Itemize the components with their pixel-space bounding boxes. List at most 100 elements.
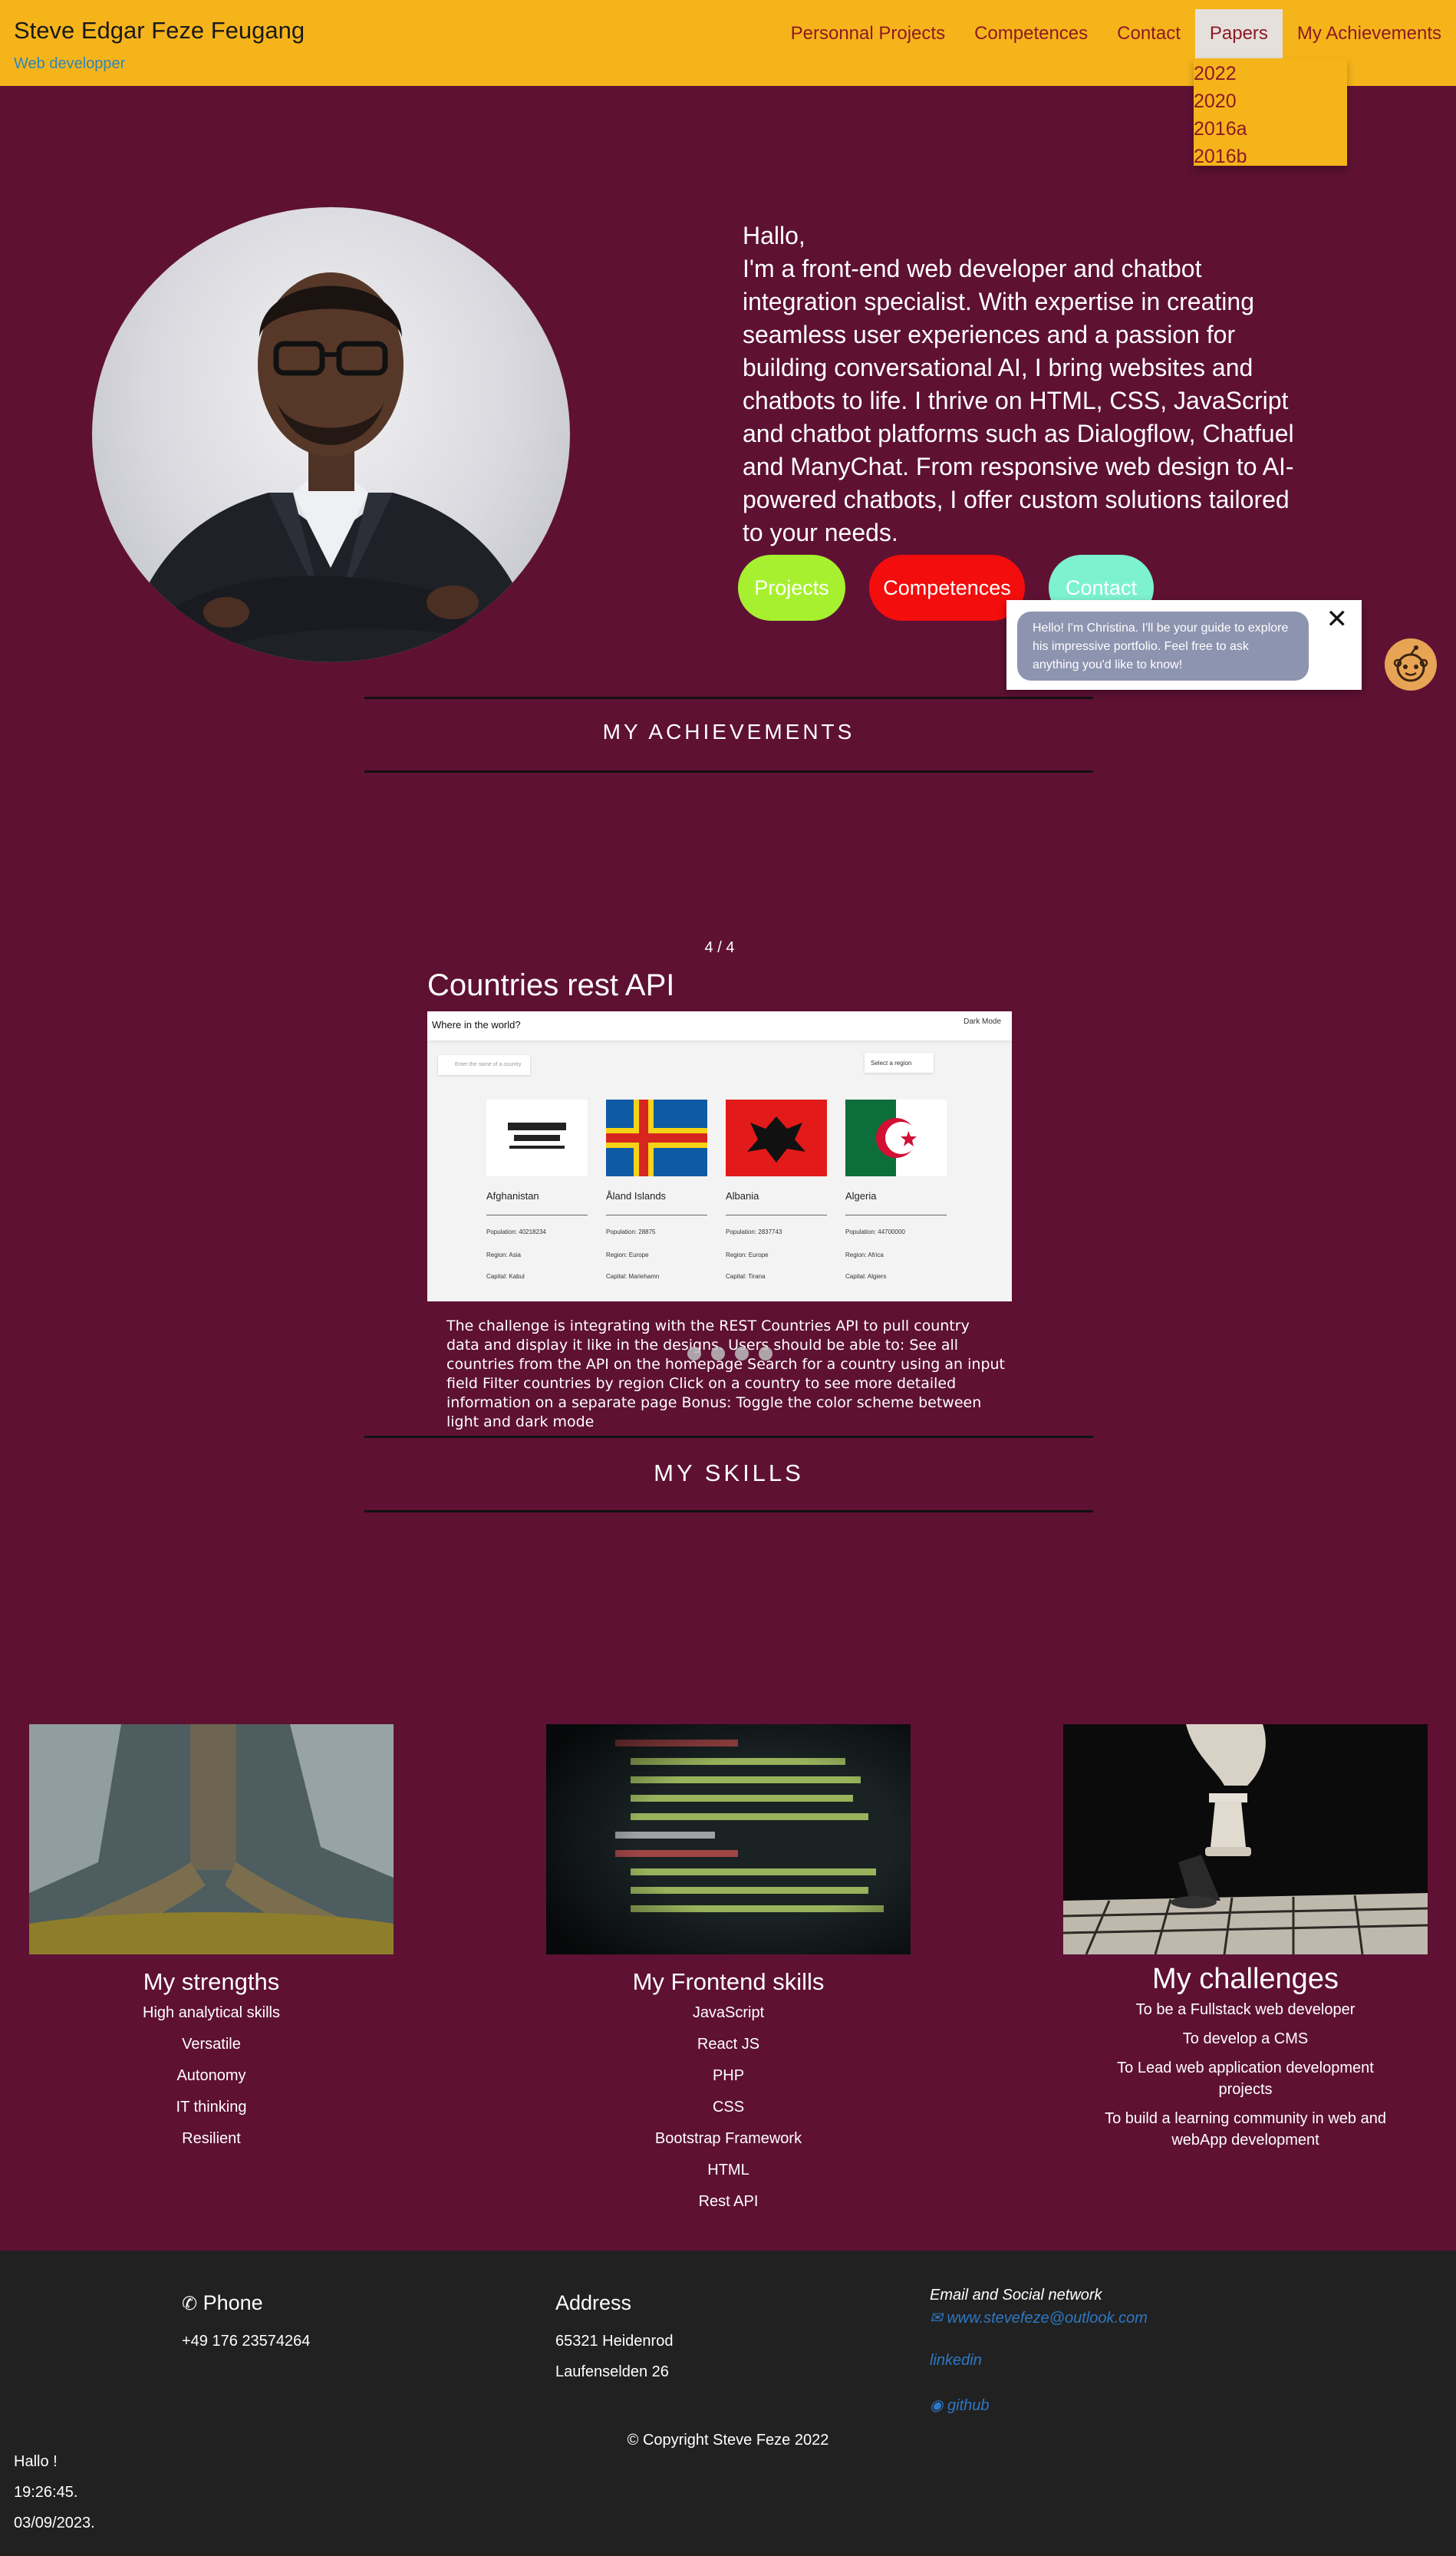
skill-item: CSS <box>712 2099 745 2116</box>
greeting-text: Hallo ! <box>14 2453 58 2470</box>
papers-item-2022[interactable]: 2022 <box>1194 60 1347 87</box>
country-capital: Capital: Tirana <box>726 1273 766 1280</box>
strengths-column: My strengths High analytical skills Vers… <box>29 1968 394 2159</box>
address-heading: Address <box>555 2291 632 2314</box>
screenshot-search: Enter the name of a country <box>438 1055 530 1075</box>
skill-item: IT thinking <box>176 2099 247 2116</box>
envelope-icon: ✉ <box>930 2310 943 2327</box>
country-population: Population: 44700000 <box>845 1229 905 1235</box>
section-divider <box>364 1436 1093 1438</box>
skill-item: HTML <box>707 2162 749 2178</box>
project-screenshot[interactable]: Where in the world? Dark Mode Enter the … <box>427 1011 1012 1301</box>
frontend-skills-column: My Frontend skills JavaScript React JS P… <box>546 1968 911 2222</box>
time-text: 19:26:45. <box>14 2484 78 2501</box>
main-nav: Personnal Projects Competences Contact P… <box>776 9 1456 58</box>
social-heading: Email and Social network <box>930 2287 1102 2304</box>
country-region: Region: Asia <box>486 1252 521 1258</box>
screenshot-brand: Where in the world? <box>432 1019 521 1031</box>
nav-personal-projects[interactable]: Personnal Projects <box>776 9 960 58</box>
flag-algeria <box>845 1100 947 1176</box>
country-region: Region: Europe <box>726 1252 769 1258</box>
skill-item: PHP <box>712 2067 745 2084</box>
screenshot-header: Where in the world? Dark Mode <box>427 1011 1012 1041</box>
slide-description: The challenge is integrating with the RE… <box>446 1318 1006 1430</box>
country-name: Albania <box>726 1190 759 1202</box>
competences-button[interactable]: Competences <box>869 555 1025 621</box>
skill-item: React JS <box>697 2036 760 2053</box>
country-card: Algeria Population: 44700000 Region: Afr… <box>845 1100 947 1291</box>
country-region: Region: Europe <box>606 1252 649 1258</box>
close-icon[interactable]: ✕ <box>1326 606 1349 632</box>
section-divider <box>364 697 1093 699</box>
carousel-dot[interactable] <box>735 1347 749 1360</box>
screenshot-region-select: Select a region <box>865 1053 934 1073</box>
intro-greeting: Hallo, <box>743 222 805 249</box>
country-population: Population: 40218234 <box>486 1229 546 1235</box>
skill-item: Autonomy <box>176 2067 246 2084</box>
country-capital: Capital: Algiers <box>845 1273 887 1280</box>
challenges-column: My challenges To be a Fullstack web deve… <box>1063 1963 1428 2159</box>
papers-item-2016a[interactable]: 2016a <box>1194 115 1347 143</box>
achievements-heading: MY ACHIEVEMENTS <box>602 720 855 744</box>
country-capital: Capital: Kabul <box>486 1273 525 1280</box>
chat-message: Hello! I'm Christina. I'll be your guide… <box>1017 612 1309 681</box>
carousel-dot[interactable] <box>759 1347 772 1360</box>
nav-papers[interactable]: Papers <box>1194 9 1283 58</box>
section-divider <box>364 1510 1093 1512</box>
papers-item-2016b[interactable]: 2016b <box>1194 143 1347 170</box>
skill-item: To develop a CMS <box>1182 2030 1309 2047</box>
address-line2: Laufenselden 26 <box>555 2363 669 2380</box>
chat-popup: Hello! I'm Christina. I'll be your guide… <box>1006 600 1362 690</box>
country-card: Albania Population: 2837743 Region: Euro… <box>726 1100 827 1291</box>
profile-photo <box>92 207 570 662</box>
projects-button[interactable]: Projects <box>738 555 845 621</box>
carousel-dot[interactable] <box>687 1347 701 1360</box>
skill-item: To be a Fullstack web developer <box>1135 2001 1356 2018</box>
nav-contact[interactable]: Contact <box>1102 9 1195 58</box>
address-line1: 65321 Heidenrod <box>555 2333 674 2350</box>
nav-my-achievements[interactable]: My Achievements <box>1283 9 1456 58</box>
email-link-label: www.stevefeze@outlook.com <box>947 2310 1148 2327</box>
country-population: Population: 28875 <box>606 1229 656 1235</box>
papers-item-2020[interactable]: 2020 <box>1194 87 1347 115</box>
screenshot-dark-mode: Dark Mode <box>964 1017 1001 1026</box>
frontend-skills-heading: My Frontend skills <box>632 1968 825 1995</box>
code-screen-image <box>546 1724 911 1954</box>
skill-item: Resilient <box>182 2130 241 2147</box>
skill-item: To Lead web application development proj… <box>1117 2060 1374 2098</box>
country-name: Algeria <box>845 1190 877 1202</box>
skill-item: Versatile <box>182 2036 241 2053</box>
chess-image <box>1063 1724 1428 1954</box>
skills-heading: MY SKILLS <box>654 1459 804 1486</box>
flag-albania <box>726 1100 827 1176</box>
flag-aland <box>606 1100 707 1176</box>
strengths-heading: My strengths <box>143 1968 280 1995</box>
country-region: Region: Africa <box>845 1252 884 1258</box>
country-population: Population: 2837743 <box>726 1229 782 1235</box>
linkedin-link[interactable]: linkedin <box>930 2352 982 2370</box>
email-link[interactable]: ✉ www.stevefeze@outlook.com <box>930 2308 1148 2327</box>
date-text: 03/09/2023. <box>14 2515 95 2531</box>
phone-number: +49 176 23574264 <box>182 2333 311 2350</box>
country-capital: Capital: Mariehamn <box>606 1273 660 1280</box>
slide-title: Countries rest API <box>427 968 675 1002</box>
github-link[interactable]: ◉ github <box>930 2396 990 2415</box>
challenges-heading: My challenges <box>1152 1963 1339 1995</box>
slide-counter: 4 / 4 <box>704 939 735 956</box>
intro-text: Hallo, I'm a front-end web developer and… <box>743 219 1303 549</box>
copyright: © Copyright Steve Feze 2022 <box>627 2432 829 2449</box>
papers-dropdown: 2022 2020 2016a 2016b <box>1194 58 1347 167</box>
skill-item: Rest API <box>698 2193 759 2210</box>
nav-competences[interactable]: Competences <box>960 9 1102 58</box>
section-divider <box>364 770 1093 773</box>
skill-item: High analytical skills <box>143 2004 280 2021</box>
chatbot-icon[interactable] <box>1385 638 1437 691</box>
site-title[interactable]: Steve Edgar Feze Feugang <box>14 17 305 45</box>
phone-icon: ✆ <box>182 2294 198 2314</box>
carousel-dot[interactable] <box>711 1347 725 1360</box>
flag-afghanistan <box>486 1100 588 1176</box>
intro-body: I'm a front-end web developer and chatbo… <box>743 255 1294 546</box>
profile-photo-illustration <box>123 272 539 662</box>
country-card: Afghanistan Population: 40218234 Region:… <box>486 1100 588 1291</box>
skill-item: Bootstrap Framework <box>654 2130 802 2147</box>
